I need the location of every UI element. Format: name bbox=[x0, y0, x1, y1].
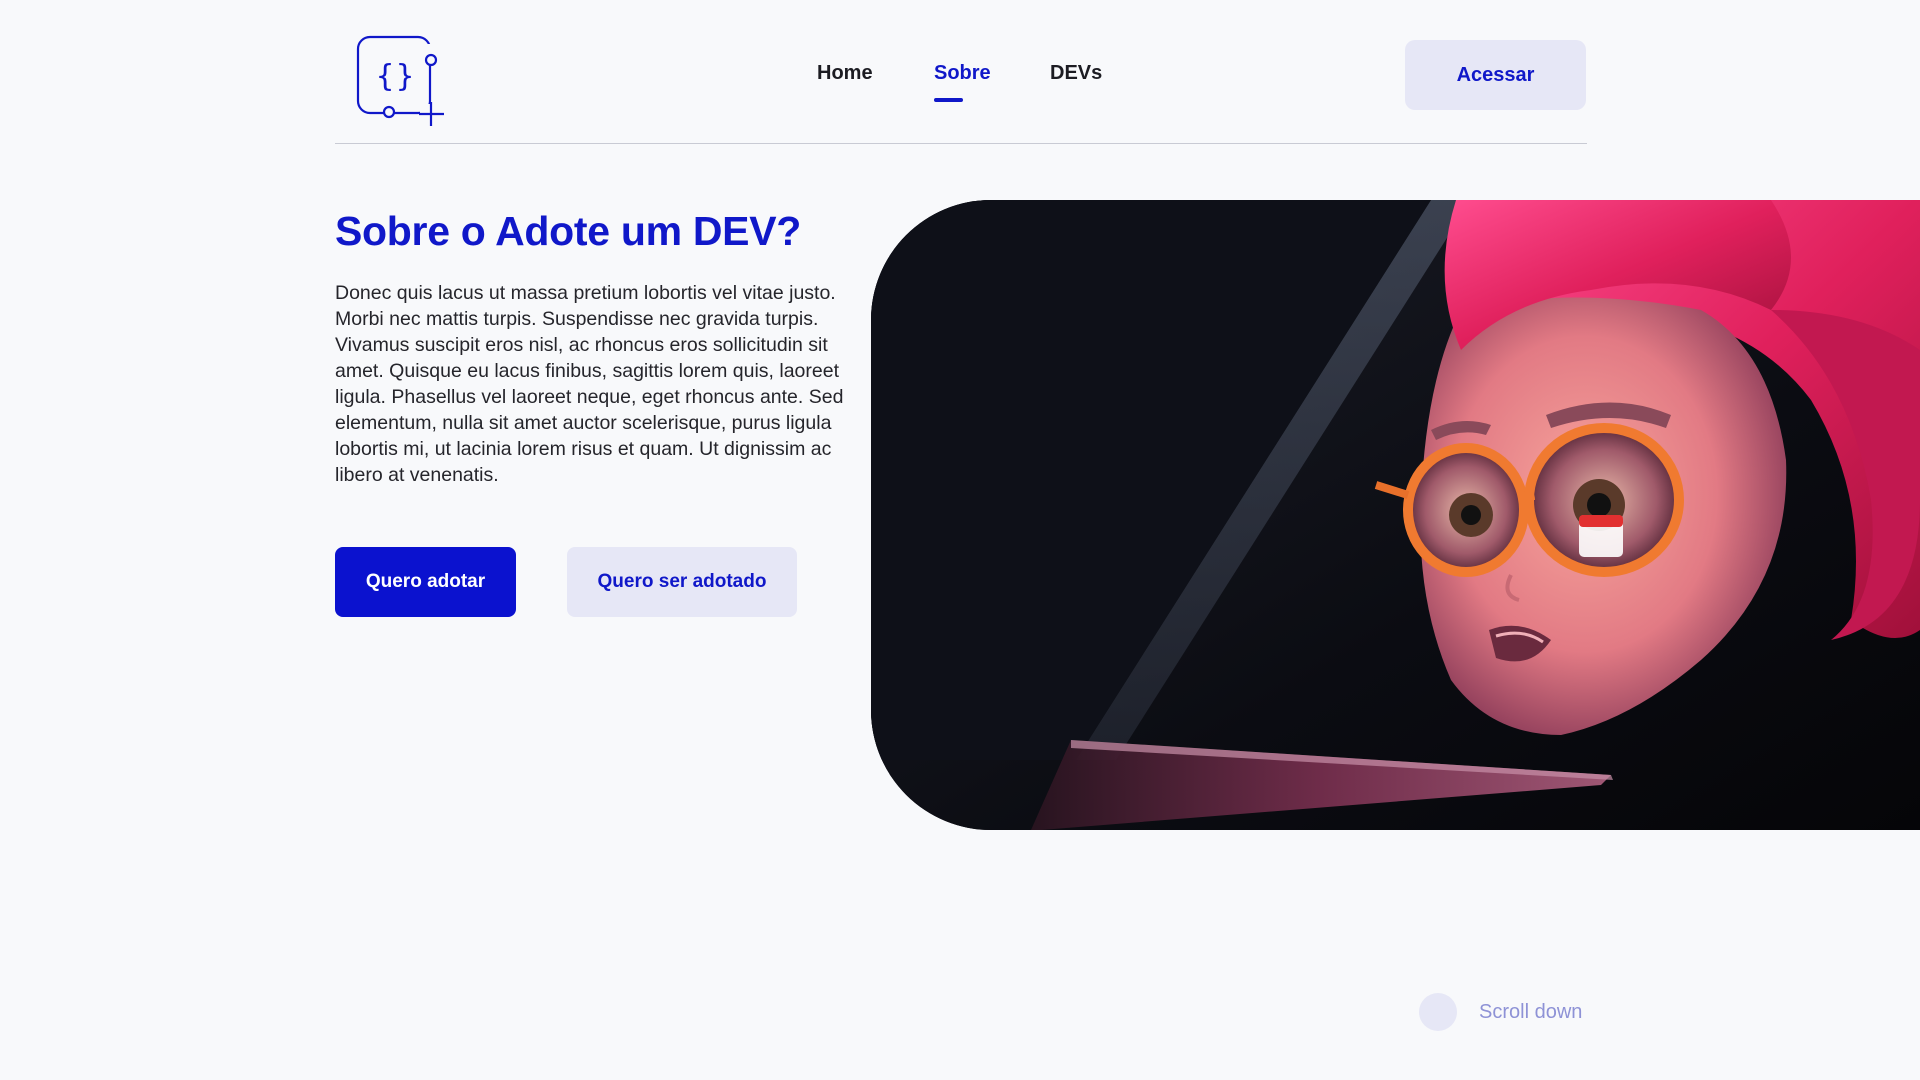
nav-home[interactable]: Home bbox=[817, 62, 873, 85]
main-nav: Home Sobre DEVs bbox=[0, 62, 1920, 102]
nav-sobre[interactable]: Sobre bbox=[934, 62, 991, 85]
hero-description: Donec quis lacus ut massa pretium lobort… bbox=[335, 282, 844, 486]
hero-image bbox=[871, 200, 1920, 830]
scroll-down-icon[interactable] bbox=[1419, 993, 1457, 1031]
nav-devs[interactable]: DEVs bbox=[1050, 62, 1102, 85]
memoji-illustration bbox=[871, 200, 1920, 830]
scroll-down-label[interactable]: Scroll down bbox=[1479, 1001, 1582, 1024]
page-title: Sobre o Adote um DEV? bbox=[335, 208, 801, 254]
login-button[interactable]: Acessar bbox=[1405, 40, 1586, 110]
nav-active-indicator bbox=[934, 98, 963, 102]
adopt-button[interactable]: Quero adotar bbox=[335, 547, 516, 617]
header-divider bbox=[335, 143, 1587, 144]
be-adopted-button[interactable]: Quero ser adotado bbox=[567, 547, 797, 617]
